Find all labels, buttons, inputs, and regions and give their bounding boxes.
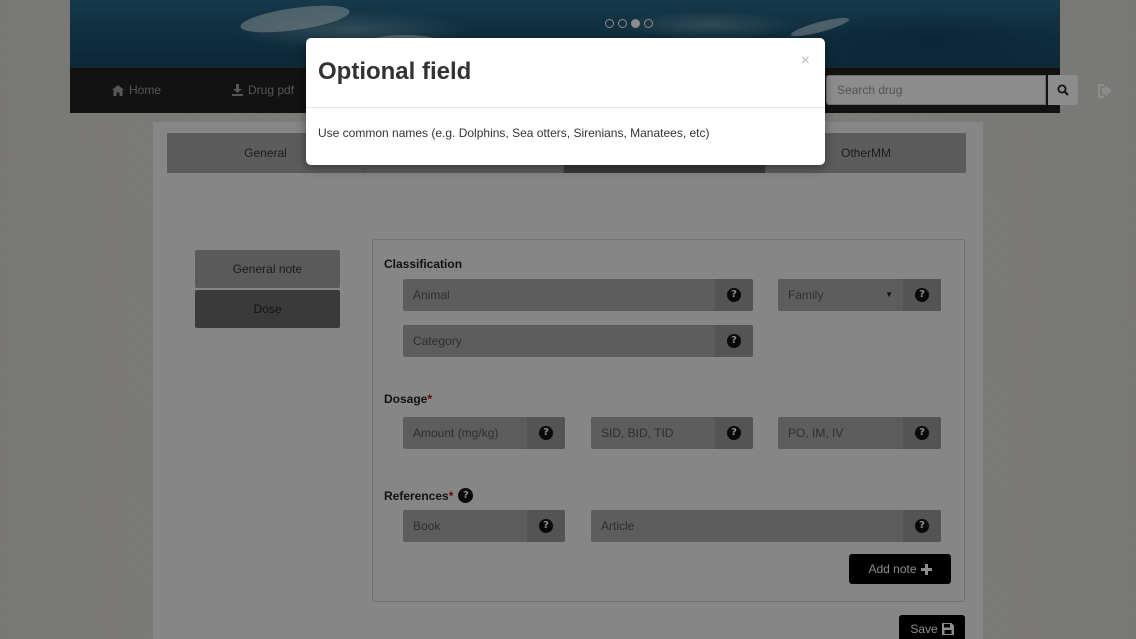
modal-body-text: Use common names (e.g. Dolphins, Sea ott… — [318, 126, 710, 140]
modal-close-button[interactable]: × — [801, 52, 810, 70]
optional-field-modal: Optional field × Use common names (e.g. … — [306, 38, 825, 165]
modal-title: Optional field — [318, 58, 472, 85]
modal-divider — [306, 107, 825, 108]
